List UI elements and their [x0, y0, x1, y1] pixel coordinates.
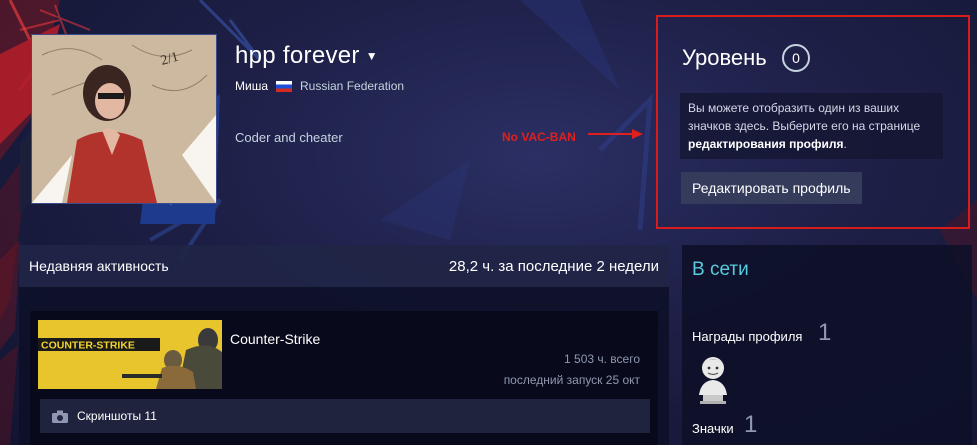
- capsule-logo-text: COUNTER-STRIKE: [41, 340, 135, 352]
- level-title: Уровень: [682, 45, 767, 70]
- online-status: В сети: [692, 259, 749, 280]
- edit-profile-button[interactable]: Редактировать профиль: [681, 172, 862, 204]
- vac-annotation: No VAC-BAN: [502, 130, 576, 144]
- camera-icon: [52, 410, 68, 423]
- game-last-played: последний запуск 25 окт: [503, 373, 640, 387]
- profile-awards-label[interactable]: Награды профиля: [692, 329, 802, 344]
- level-info-text: Вы можете отобразить один из ваших значк…: [688, 101, 921, 133]
- recent-activity-header: Недавняя активность 28,2 ч. за последние…: [19, 245, 669, 287]
- real-name-row: Миша Russian Federation: [235, 79, 404, 93]
- bust-award-icon[interactable]: [696, 355, 730, 405]
- edit-profile-link[interactable]: редактирования профиля: [688, 137, 843, 151]
- avatar-image: 2/1: [32, 35, 216, 203]
- screenshots-label: Скриншоты 11: [77, 409, 157, 423]
- badges-count[interactable]: 1: [744, 411, 757, 439]
- chevron-down-icon[interactable]: ▼: [366, 49, 378, 63]
- recent-activity-title: Недавняя активность: [29, 258, 169, 274]
- game-capsule-image[interactable]: COUNTER-STRIKE: [38, 320, 222, 389]
- level-section: Уровень 0 Вы можете отобразить один из в…: [656, 15, 970, 229]
- profile-awards-count[interactable]: 1: [818, 319, 831, 347]
- badges-label[interactable]: Значки: [692, 421, 734, 436]
- arrow-right-icon: [588, 129, 643, 139]
- profile-sidebar: В сети Награды профиля 1 Значки 1: [682, 245, 972, 445]
- persona-name-text: hpp forever: [235, 42, 360, 69]
- real-name: Миша: [235, 79, 268, 93]
- game-name[interactable]: Counter-Strike: [230, 331, 320, 347]
- recent-activity-hours: 28,2 ч. за последние 2 недели: [448, 257, 659, 275]
- level-info-end: .: [843, 137, 847, 151]
- avatar-container[interactable]: 2/1: [0, 24, 220, 224]
- russia-flag-icon: [276, 80, 292, 92]
- level-info-box: Вы можете отобразить один из ваших значк…: [680, 93, 943, 159]
- country-name: Russian Federation: [300, 79, 405, 93]
- level-badge: 0: [782, 44, 810, 72]
- persona-name[interactable]: hpp forever ▼: [235, 42, 378, 70]
- counter-strike-capsule: COUNTER-STRIKE: [38, 320, 222, 389]
- screenshots-link[interactable]: Скриншоты 11: [40, 399, 650, 433]
- game-row: COUNTER-STRIKE Counter-Strike 1 503 ч. в…: [30, 311, 658, 445]
- game-total-hours: 1 503 ч. всего: [564, 352, 640, 366]
- avatar[interactable]: 2/1: [31, 34, 217, 204]
- profile-summary: Coder and cheater: [235, 130, 343, 145]
- recent-activity-panel: Недавняя активность 28,2 ч. за последние…: [19, 245, 669, 445]
